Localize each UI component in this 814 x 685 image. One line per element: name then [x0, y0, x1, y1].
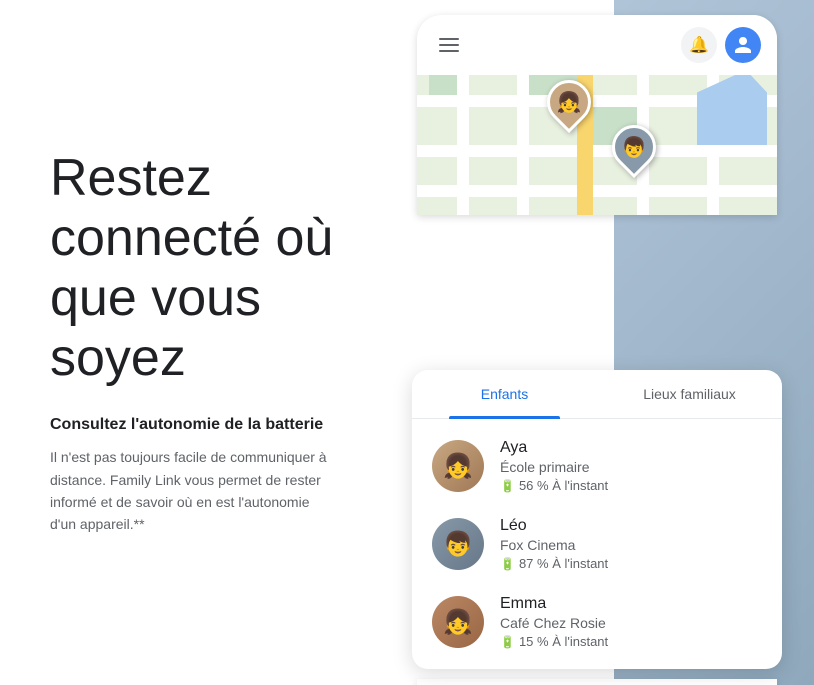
- map-street-h3: [417, 145, 777, 157]
- children-list: 👧 Aya École primaire 🔋 56 % À l'instant …: [412, 419, 782, 669]
- sub-heading: Consultez l'autonomie de la batterie: [50, 416, 340, 434]
- child-info-emma: Emma Café Chez Rosie 🔋 15 % À l'instant: [500, 595, 762, 649]
- child-item-leo[interactable]: 👦 Léo Fox Cinema 🔋 87 % À l'instant: [412, 505, 782, 583]
- battery-icon-leo: 🔋: [500, 557, 515, 571]
- tab-bar: Enfants Lieux familiaux: [412, 370, 782, 419]
- user-icon: [733, 35, 753, 55]
- right-section: 🔔 👧 👦: [380, 0, 814, 685]
- child-battery-emma: 🔋 15 % À l'instant: [500, 634, 762, 649]
- main-heading: Restez connecté où que vous soyez: [50, 149, 340, 388]
- bottom-nav-wrapper: ✦ Temps forts Commandes: [417, 679, 777, 685]
- map-pin-leo: 👦: [612, 125, 656, 169]
- notification-button[interactable]: 🔔: [681, 27, 717, 63]
- child-name-emma: Emma: [500, 595, 762, 613]
- battery-icon-aya: 🔋: [500, 479, 515, 493]
- child-battery-aya: 🔋 56 % À l'instant: [500, 478, 762, 493]
- map-street-h4: [417, 185, 777, 197]
- child-location-leo: Fox Cinema: [500, 537, 762, 553]
- child-location-emma: Café Chez Rosie: [500, 615, 762, 631]
- hamburger-line-2: [439, 44, 459, 46]
- child-info-leo: Léo Fox Cinema 🔋 87 % À l'instant: [500, 517, 762, 571]
- child-location-aya: École primaire: [500, 459, 762, 475]
- phone-container: 🔔 👧 👦: [412, 15, 782, 685]
- profile-button[interactable]: [725, 27, 761, 63]
- child-name-leo: Léo: [500, 517, 762, 535]
- map-pin-aya: 👧: [547, 80, 591, 124]
- description: Il n'est pas toujours facile de communiq…: [50, 446, 330, 536]
- avatar-aya: 👧: [432, 440, 484, 492]
- child-item-emma[interactable]: 👧 Emma Café Chez Rosie 🔋 15 % À l'instan…: [412, 583, 782, 661]
- tab-enfants[interactable]: Enfants: [412, 370, 597, 418]
- hamburger-line-1: [439, 38, 459, 40]
- child-battery-leo: 🔋 87 % À l'instant: [500, 556, 762, 571]
- child-item-aya[interactable]: 👧 Aya École primaire 🔋 56 % À l'instant: [412, 427, 782, 505]
- avatar-leo: 👦: [432, 518, 484, 570]
- avatar-emma: 👧: [432, 596, 484, 648]
- left-section: Restez connecté où que vous soyez Consul…: [0, 0, 380, 685]
- map-area: 🔔 👧 👦: [417, 15, 777, 215]
- nav-content-lines: [417, 679, 777, 685]
- child-info-aya: Aya École primaire 🔋 56 % À l'instant: [500, 439, 762, 493]
- hamburger-line-3: [439, 50, 459, 52]
- tab-lieux-familiaux[interactable]: Lieux familiaux: [597, 370, 782, 418]
- topbar-icons: 🔔: [681, 27, 761, 63]
- phone-topbar: 🔔: [417, 15, 777, 75]
- hamburger-button[interactable]: [433, 29, 465, 61]
- battery-icon-emma: 🔋: [500, 635, 515, 649]
- family-card: Enfants Lieux familiaux 👧 Aya École prim…: [412, 370, 782, 669]
- child-name-aya: Aya: [500, 439, 762, 457]
